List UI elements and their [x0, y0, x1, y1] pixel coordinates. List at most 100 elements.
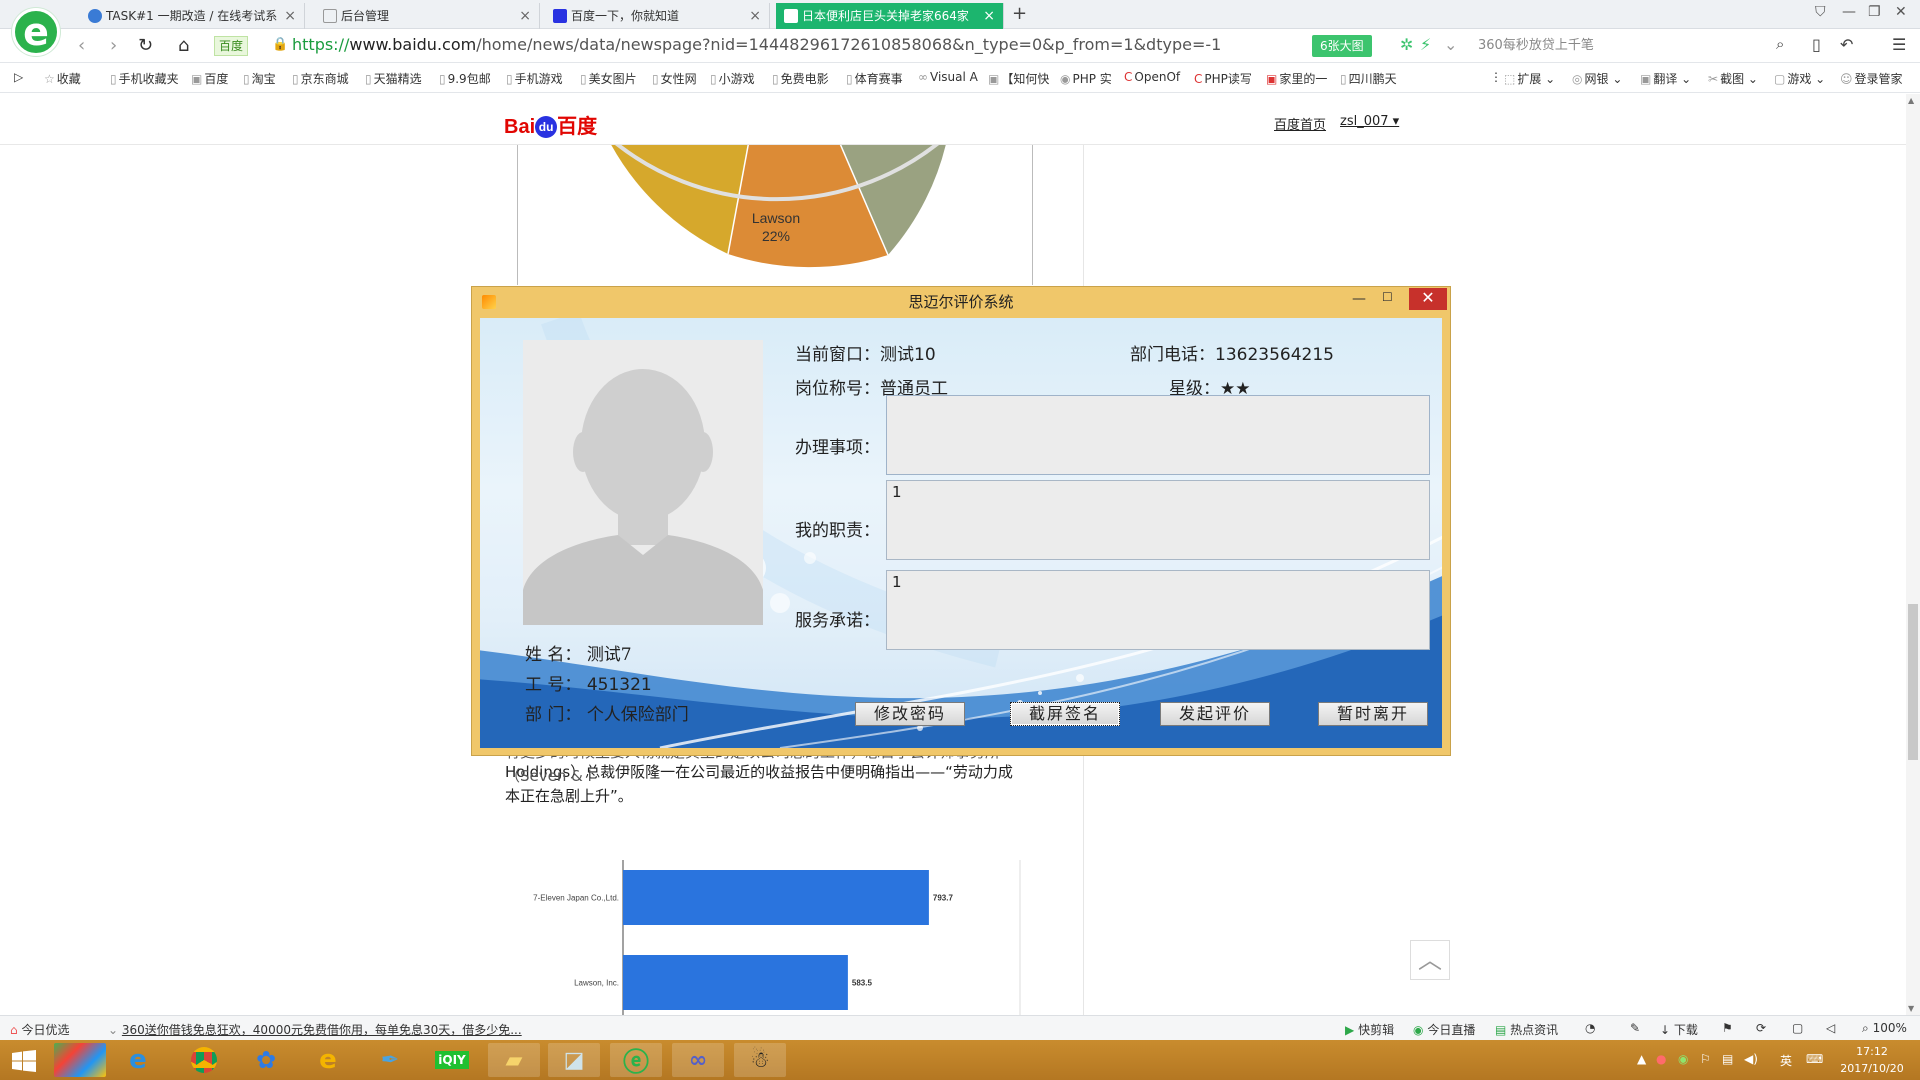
bookmark-icon[interactable]: ▯: [1812, 35, 1821, 54]
bookmark-toggle-icon[interactable]: ▷: [14, 70, 23, 84]
taskbar-iqiyi-icon[interactable]: iQIY: [426, 1043, 478, 1077]
taskbar-clock[interactable]: 17:12 2017/10/20: [1832, 1043, 1912, 1077]
forward-icon[interactable]: ›: [110, 35, 117, 56]
bookmark-item[interactable]: ∞ Visual A: [918, 70, 978, 84]
big-image-button[interactable]: 6张大图: [1312, 35, 1372, 57]
bank-menu[interactable]: ◎ 网银 ⌄: [1572, 70, 1622, 87]
minimize-icon[interactable]: —: [1842, 4, 1856, 20]
bookmark-item[interactable]: ▯ 手机游戏: [506, 70, 563, 87]
bookmark-item[interactable]: C OpenOf: [1124, 70, 1180, 84]
close-tab-icon[interactable]: ×: [519, 3, 531, 29]
taskbar-pen-icon[interactable]: ✒: [364, 1043, 416, 1077]
bookmark-item[interactable]: ▯ 体育赛事: [846, 70, 903, 87]
tab-admin[interactable]: 后台管理 ×: [315, 3, 540, 29]
scroll-up-icon[interactable]: ▲: [1908, 96, 1914, 105]
duty-field[interactable]: 1: [886, 480, 1430, 560]
taskbar-notes-icon[interactable]: ◪: [548, 1043, 600, 1077]
tab-baidu[interactable]: 百度一下，你就知道 ×: [545, 3, 770, 29]
sound-icon[interactable]: ◁: [1826, 1021, 1835, 1035]
screenshot-sign-button[interactable]: 截屏签名: [1010, 702, 1120, 726]
bookmark-item[interactable]: ▣ 【知何快: [988, 70, 1049, 87]
menu-icon[interactable]: ☰: [1892, 35, 1906, 54]
taskbar-glasses-icon[interactable]: ∞: [672, 1043, 724, 1077]
new-tab-button[interactable]: +: [1012, 3, 1027, 24]
tray-expand-icon[interactable]: ▲: [1637, 1052, 1646, 1066]
extensions-menu[interactable]: ⬚ 扩展 ⌄: [1504, 70, 1555, 87]
baidu-home-link[interactable]: 百度首页: [1274, 114, 1326, 133]
windows-start-icon[interactable]: [12, 1050, 36, 1072]
bookmark-item[interactable]: ▯ 免费电影: [772, 70, 829, 87]
games-menu[interactable]: ▢ 游戏 ⌄: [1774, 70, 1825, 87]
bookmark-item[interactable]: ▯ 9.9包邮: [439, 70, 491, 87]
close-window-icon[interactable]: ✕: [1895, 4, 1907, 20]
dialog-maximize-icon[interactable]: ☐: [1382, 290, 1393, 304]
change-password-button[interactable]: 修改密码: [855, 702, 965, 726]
tray-qq-icon[interactable]: ●: [1656, 1052, 1666, 1066]
scroll-down-icon[interactable]: ▼: [1908, 1004, 1914, 1013]
scrollbar-thumb[interactable]: [1908, 604, 1918, 760]
bookmark-item[interactable]: ▯ 小游戏: [710, 70, 755, 87]
back-icon[interactable]: ‹: [78, 35, 85, 56]
page-scrollbar[interactable]: [1906, 94, 1920, 1015]
login-manager[interactable]: ☺ 登录管家: [1840, 70, 1903, 87]
bookmark-item[interactable]: ▯ 手机收藏夹: [110, 70, 179, 87]
taskbar-app-icon[interactable]: [54, 1043, 106, 1077]
news-ticker[interactable]: ⌄ 360送你借钱免息狂欢，40000元免费借你用，每单免息30天，借多少免..…: [108, 1021, 522, 1038]
temporary-leave-button[interactable]: 暂时离开: [1318, 702, 1428, 726]
taskbar-ie-icon[interactable]: e: [112, 1043, 164, 1077]
lightning-icon[interactable]: ⚡: [1420, 35, 1431, 54]
tab-task[interactable]: TASK#1 一期改造 / 在线考试系 ×: [80, 3, 305, 29]
flag-icon[interactable]: ⚑: [1722, 1021, 1733, 1035]
quick-edit[interactable]: ▶ 快剪辑: [1345, 1021, 1394, 1038]
browser-logo-icon[interactable]: e: [12, 8, 60, 56]
zoom-level[interactable]: ⌕ 100%: [1862, 1021, 1907, 1036]
skin-icon[interactable]: ⛉: [1815, 4, 1826, 20]
tray-volume-icon[interactable]: ◀): [1744, 1052, 1758, 1066]
tab-news-active[interactable]: 日本便利店巨头关掉老家664家 ×: [776, 3, 1004, 29]
close-tab-icon[interactable]: ×: [749, 3, 761, 29]
taskbar-baidu-netdisk-icon[interactable]: ✿: [240, 1043, 292, 1077]
tray-input-language[interactable]: 英: [1780, 1052, 1792, 1069]
tray-keyboard-icon[interactable]: ⌨: [1806, 1052, 1823, 1066]
translate-menu[interactable]: ▣ 翻译 ⌄: [1640, 70, 1691, 87]
start-evaluation-button[interactable]: 发起评价: [1160, 702, 1270, 726]
refresh-icon[interactable]: ↻: [138, 35, 153, 56]
chevron-down-icon[interactable]: ⌄: [1444, 35, 1457, 54]
bookmark-item[interactable]: ☆ 收藏: [44, 70, 81, 87]
bookmark-item[interactable]: ▣ 百度: [191, 70, 228, 87]
taskbar-360-browser-icon[interactable]: ⓔ: [610, 1043, 662, 1078]
hot-news[interactable]: ▤ 热点资讯: [1495, 1021, 1558, 1038]
pin-icon[interactable]: ✎: [1630, 1021, 1640, 1035]
tray-360-icon[interactable]: ◉: [1678, 1052, 1688, 1066]
screenshot-menu[interactable]: ✂ 截图 ⌄: [1708, 70, 1758, 87]
bookmark-item[interactable]: ▯ 天猫精选: [365, 70, 422, 87]
restore-icon[interactable]: ❐: [1868, 4, 1881, 20]
search-engine-chip[interactable]: 百度: [214, 36, 249, 56]
bookmark-item[interactable]: ▯ 淘宝: [243, 70, 276, 87]
bookmark-item[interactable]: ◉ PHP 实: [1060, 70, 1112, 87]
gear-icon[interactable]: ✲: [1400, 35, 1413, 54]
bookmark-item[interactable]: ▣ 家里的一: [1266, 70, 1327, 87]
search-icon[interactable]: ⌕: [1776, 35, 1784, 53]
search-input[interactable]: 360每秒放贷上千笔: [1478, 35, 1798, 57]
close-tab-icon[interactable]: ×: [284, 3, 296, 29]
taskbar-ie2-icon[interactable]: e: [302, 1043, 354, 1077]
history-icon[interactable]: ⟳: [1756, 1021, 1766, 1035]
today-picks[interactable]: ⌂ 今日优选: [10, 1021, 69, 1038]
tray-flag-icon[interactable]: ⚐: [1700, 1052, 1711, 1066]
taskbar-qq-icon[interactable]: ☃: [734, 1043, 786, 1077]
baidu-logo[interactable]: Bai du 百度: [504, 110, 597, 139]
url-field[interactable]: https://www.baidu.com/home/news/data/new…: [292, 35, 1221, 54]
bookmark-item[interactable]: ▯ 美女图片: [580, 70, 637, 87]
tray-network-icon[interactable]: ▤: [1722, 1052, 1733, 1066]
speed-icon[interactable]: ◔: [1585, 1021, 1595, 1035]
more-icon[interactable]: ⋮: [1490, 70, 1502, 84]
bookmark-item[interactable]: ▯ 四川鹏天: [1340, 70, 1397, 87]
commitment-field[interactable]: 1: [886, 570, 1430, 650]
bookmark-item[interactable]: ▯ 京东商城: [292, 70, 349, 87]
live-today[interactable]: ◉ 今日直播: [1413, 1021, 1475, 1038]
window-icon[interactable]: ▢: [1792, 1021, 1803, 1035]
user-menu[interactable]: zsl_007 ▾: [1340, 114, 1399, 129]
home-icon[interactable]: ⌂: [178, 35, 189, 56]
business-items-field[interactable]: [886, 395, 1430, 475]
